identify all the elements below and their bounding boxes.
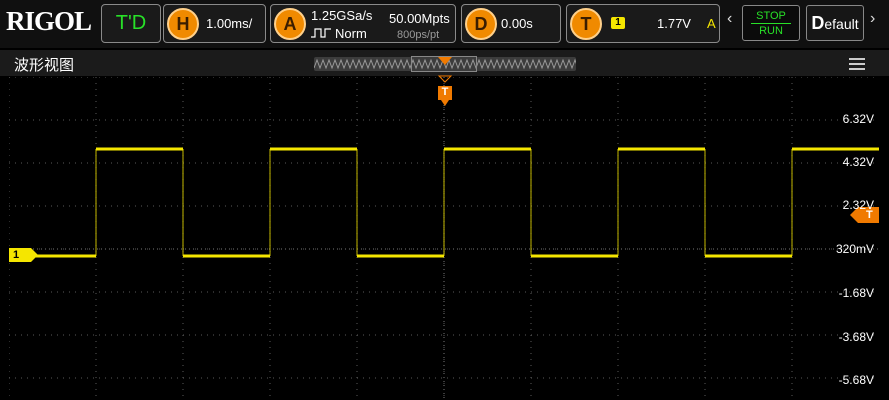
prev-arrow-icon[interactable]: ‹ (727, 10, 732, 28)
vertical-scale-label: -5.68V (838, 373, 874, 387)
rigol-logo: RIGOL (6, 6, 92, 36)
waveform-grid[interactable] (9, 77, 879, 400)
channel-1-edges (95, 149, 793, 256)
channel-1-label: 1 (13, 249, 20, 261)
trigger-position-icon[interactable] (437, 56, 453, 110)
acquire-mode: Norm (335, 26, 367, 41)
horizontal-box[interactable]: H 1.00ms/ (163, 4, 266, 43)
vertical-scale-label: 320mV (835, 242, 874, 256)
trigger-mode-button[interactable]: T'D (101, 4, 161, 43)
panel-title: 波形视图 (14, 57, 75, 74)
stop-label: STOP (756, 10, 786, 22)
trigger-position-label: T (441, 86, 449, 98)
default-rest: efault (824, 16, 859, 32)
sample-rate: 1.25GSa/s (311, 8, 373, 23)
default-initial: D (811, 13, 825, 33)
delay-d-icon: D (465, 8, 497, 40)
trigger-type: A (707, 16, 716, 31)
vertical-scale-label: 4.32V (842, 155, 874, 169)
next-arrow-icon[interactable]: › (870, 10, 875, 28)
delay-box[interactable]: D 0.00s (461, 4, 561, 43)
trigger-level: 1.77V (657, 16, 691, 31)
trigger-channel-badge: 1 (611, 17, 625, 29)
run-label: RUN (759, 25, 783, 37)
trigger-t-icon: T (570, 8, 602, 40)
vertical-scale-label: 2.32V (842, 198, 874, 212)
time-per-point: 800ps/pt (397, 29, 440, 41)
hamburger-menu-icon[interactable] (849, 58, 865, 73)
memory-depth: 50.00Mpts (389, 11, 450, 26)
top-toolbar: RIGOL T'D H 1.00ms/ A 1.25GSa/s Norm 50.… (0, 0, 889, 48)
trigger-box[interactable]: T 1 1.77V A (566, 4, 720, 43)
acquire-box[interactable]: A 1.25GSa/s Norm 50.00Mpts 800ps/pt (270, 4, 456, 43)
vertical-scale-label: -1.68V (838, 286, 874, 300)
timebase-value: 1.00ms/ (206, 16, 253, 31)
vertical-scale-label: 6.32V (842, 112, 874, 126)
acquire-pulse-icon (311, 28, 331, 38)
acquire-a-icon: A (274, 8, 306, 40)
delay-value: 0.00s (501, 16, 533, 31)
run-stop-button[interactable]: STOP RUN (742, 5, 800, 41)
vertical-scale-label: -3.68V (838, 330, 874, 344)
horizontal-h-icon: H (167, 8, 199, 40)
default-button[interactable]: Default (806, 5, 864, 41)
